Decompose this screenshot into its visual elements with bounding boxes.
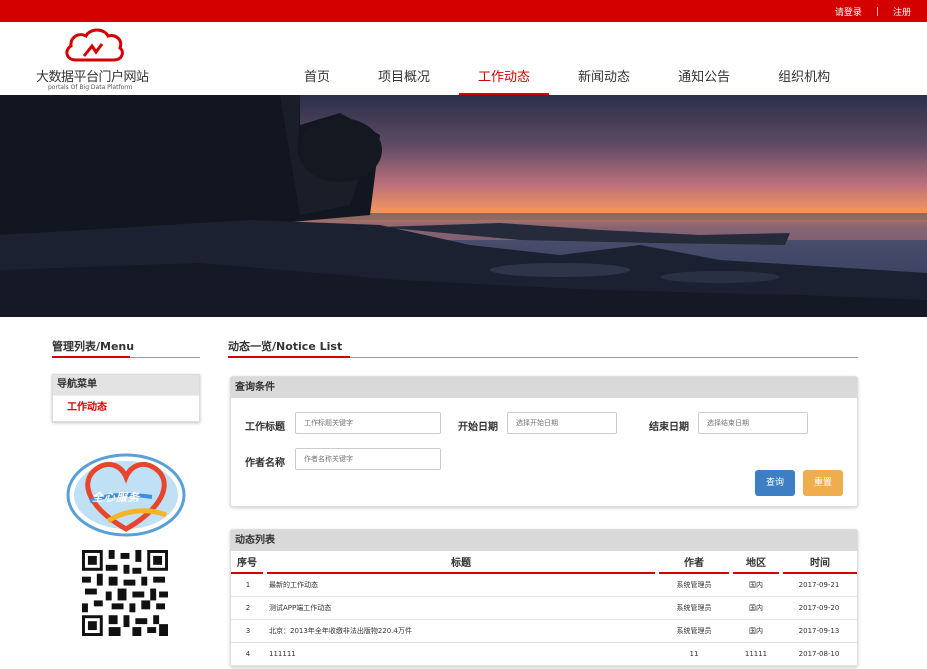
top-bar: 请登录 | 注册 <box>0 0 927 22</box>
col-time: 时间 <box>779 551 857 574</box>
service-emblem: 全心服务 <box>66 451 186 539</box>
cell-region: 11111 <box>731 642 781 666</box>
site-header: 大数据平台门户网站 portals Of Big Data Platform 首… <box>0 22 927 95</box>
sidebar-title: 管理列表/Menu <box>52 338 200 358</box>
title-label: 工作标题 <box>245 422 285 433</box>
qr-code-icon <box>82 550 168 636</box>
cell-author: 系统管理员 <box>657 596 731 620</box>
nav-menu-header: 导航菜单 <box>53 375 199 395</box>
query-form: 工作标题 开始日期 结束日期 作者名称 查询 重置 <box>231 398 857 506</box>
list-panel: 动态列表 序号 标题 作者 地区 时间 1 最新的工作动态 系统管理员 国内 2… <box>230 529 858 667</box>
site-subtitle: portals Of Big Data Platform <box>48 84 133 91</box>
author-input[interactable] <box>295 448 441 470</box>
cell-time: 2017-09-21 <box>781 573 857 597</box>
col-author: 作者 <box>655 551 731 574</box>
cell-author: 11 <box>657 642 731 666</box>
auth-links: 请登录 | 注册 <box>835 5 911 19</box>
col-index: 序号 <box>231 551 265 574</box>
cell-author: 系统管理员 <box>657 619 731 643</box>
nav-home[interactable]: 首页 <box>285 60 349 95</box>
cell-time: 2017-09-13 <box>781 619 857 643</box>
cell-title[interactable]: 测试APP端工作动态 <box>265 596 657 620</box>
list-panel-header: 动态列表 <box>231 530 857 551</box>
query-panel-header: 查询条件 <box>231 377 857 398</box>
end-date-input[interactable] <box>698 412 808 434</box>
main-content: 动态一览/Notice List 查询条件 工作标题 开始日期 结束日期 作者名… <box>228 338 858 667</box>
table-row[interactable]: 1 最新的工作动态 系统管理员 国内 2017-09-21 <box>231 573 857 597</box>
table-row[interactable]: 2 测试APP端工作动态 系统管理员 国内 2017-09-20 <box>231 596 857 620</box>
title-input[interactable] <box>295 412 441 434</box>
emblem-text: 全心服务 <box>92 491 140 504</box>
nav-project-overview[interactable]: 项目概况 <box>359 60 449 95</box>
sidebar-item-work-news[interactable]: 工作动态 <box>53 395 199 421</box>
cell-index: 4 <box>231 642 265 666</box>
nav-notices[interactable]: 通知公告 <box>659 60 749 95</box>
cell-title[interactable]: 北京：2013年全年收缴非法出版物220.4万件 <box>265 619 657 643</box>
end-date-label: 结束日期 <box>649 422 689 433</box>
divider: | <box>875 6 879 17</box>
cell-region: 国内 <box>731 596 781 620</box>
cell-title[interactable]: 最新的工作动态 <box>265 573 657 597</box>
cell-region: 国内 <box>731 573 781 597</box>
table-header-row: 序号 标题 作者 地区 时间 <box>231 551 857 574</box>
table-row[interactable]: 4 111111 11 11111 2017-08-10 <box>231 642 857 666</box>
site-name: 大数据平台门户网站 <box>36 70 149 85</box>
start-date-input[interactable] <box>507 412 617 434</box>
login-link[interactable]: 请登录 <box>835 5 862 18</box>
cell-index: 1 <box>231 573 265 597</box>
start-date-label: 开始日期 <box>458 422 498 433</box>
sunset-seascape-image <box>0 95 927 317</box>
cell-index: 2 <box>231 596 265 620</box>
cell-time: 2017-08-10 <box>781 642 857 666</box>
notice-table: 序号 标题 作者 地区 时间 1 最新的工作动态 系统管理员 国内 2017-0… <box>231 551 857 666</box>
table-row[interactable]: 3 北京：2013年全年收缴非法出版物220.4万件 系统管理员 国内 2017… <box>231 619 857 643</box>
main-nav: 首页 项目概况 工作动态 新闻动态 通知公告 组织机构 <box>285 60 859 95</box>
left-sidebar: 管理列表/Menu 导航菜单 工作动态 全心服务 <box>52 338 200 636</box>
nav-news[interactable]: 新闻动态 <box>559 60 649 95</box>
cell-time: 2017-09-20 <box>781 596 857 620</box>
reset-button[interactable]: 重置 <box>803 470 843 496</box>
nav-menu-box: 导航菜单 工作动态 <box>52 374 200 422</box>
author-label: 作者名称 <box>245 458 285 469</box>
cell-author: 系统管理员 <box>657 573 731 597</box>
hero-banner <box>0 95 927 317</box>
cell-region: 国内 <box>731 619 781 643</box>
cloud-icon <box>65 28 124 62</box>
cell-index: 3 <box>231 619 265 643</box>
cell-title[interactable]: 111111 <box>265 642 657 666</box>
query-panel: 查询条件 工作标题 开始日期 结束日期 作者名称 查询 重置 <box>230 376 858 507</box>
col-title: 标题 <box>263 551 657 574</box>
register-link[interactable]: 注册 <box>893 5 911 18</box>
search-button[interactable]: 查询 <box>755 470 795 496</box>
site-logo[interactable]: 大数据平台门户网站 portals Of Big Data Platform <box>36 26 166 92</box>
nav-work-news[interactable]: 工作动态 <box>459 60 550 95</box>
col-region: 地区 <box>729 551 781 574</box>
nav-organization[interactable]: 组织机构 <box>759 60 849 95</box>
notice-list-title: 动态一览/Notice List <box>228 338 858 358</box>
